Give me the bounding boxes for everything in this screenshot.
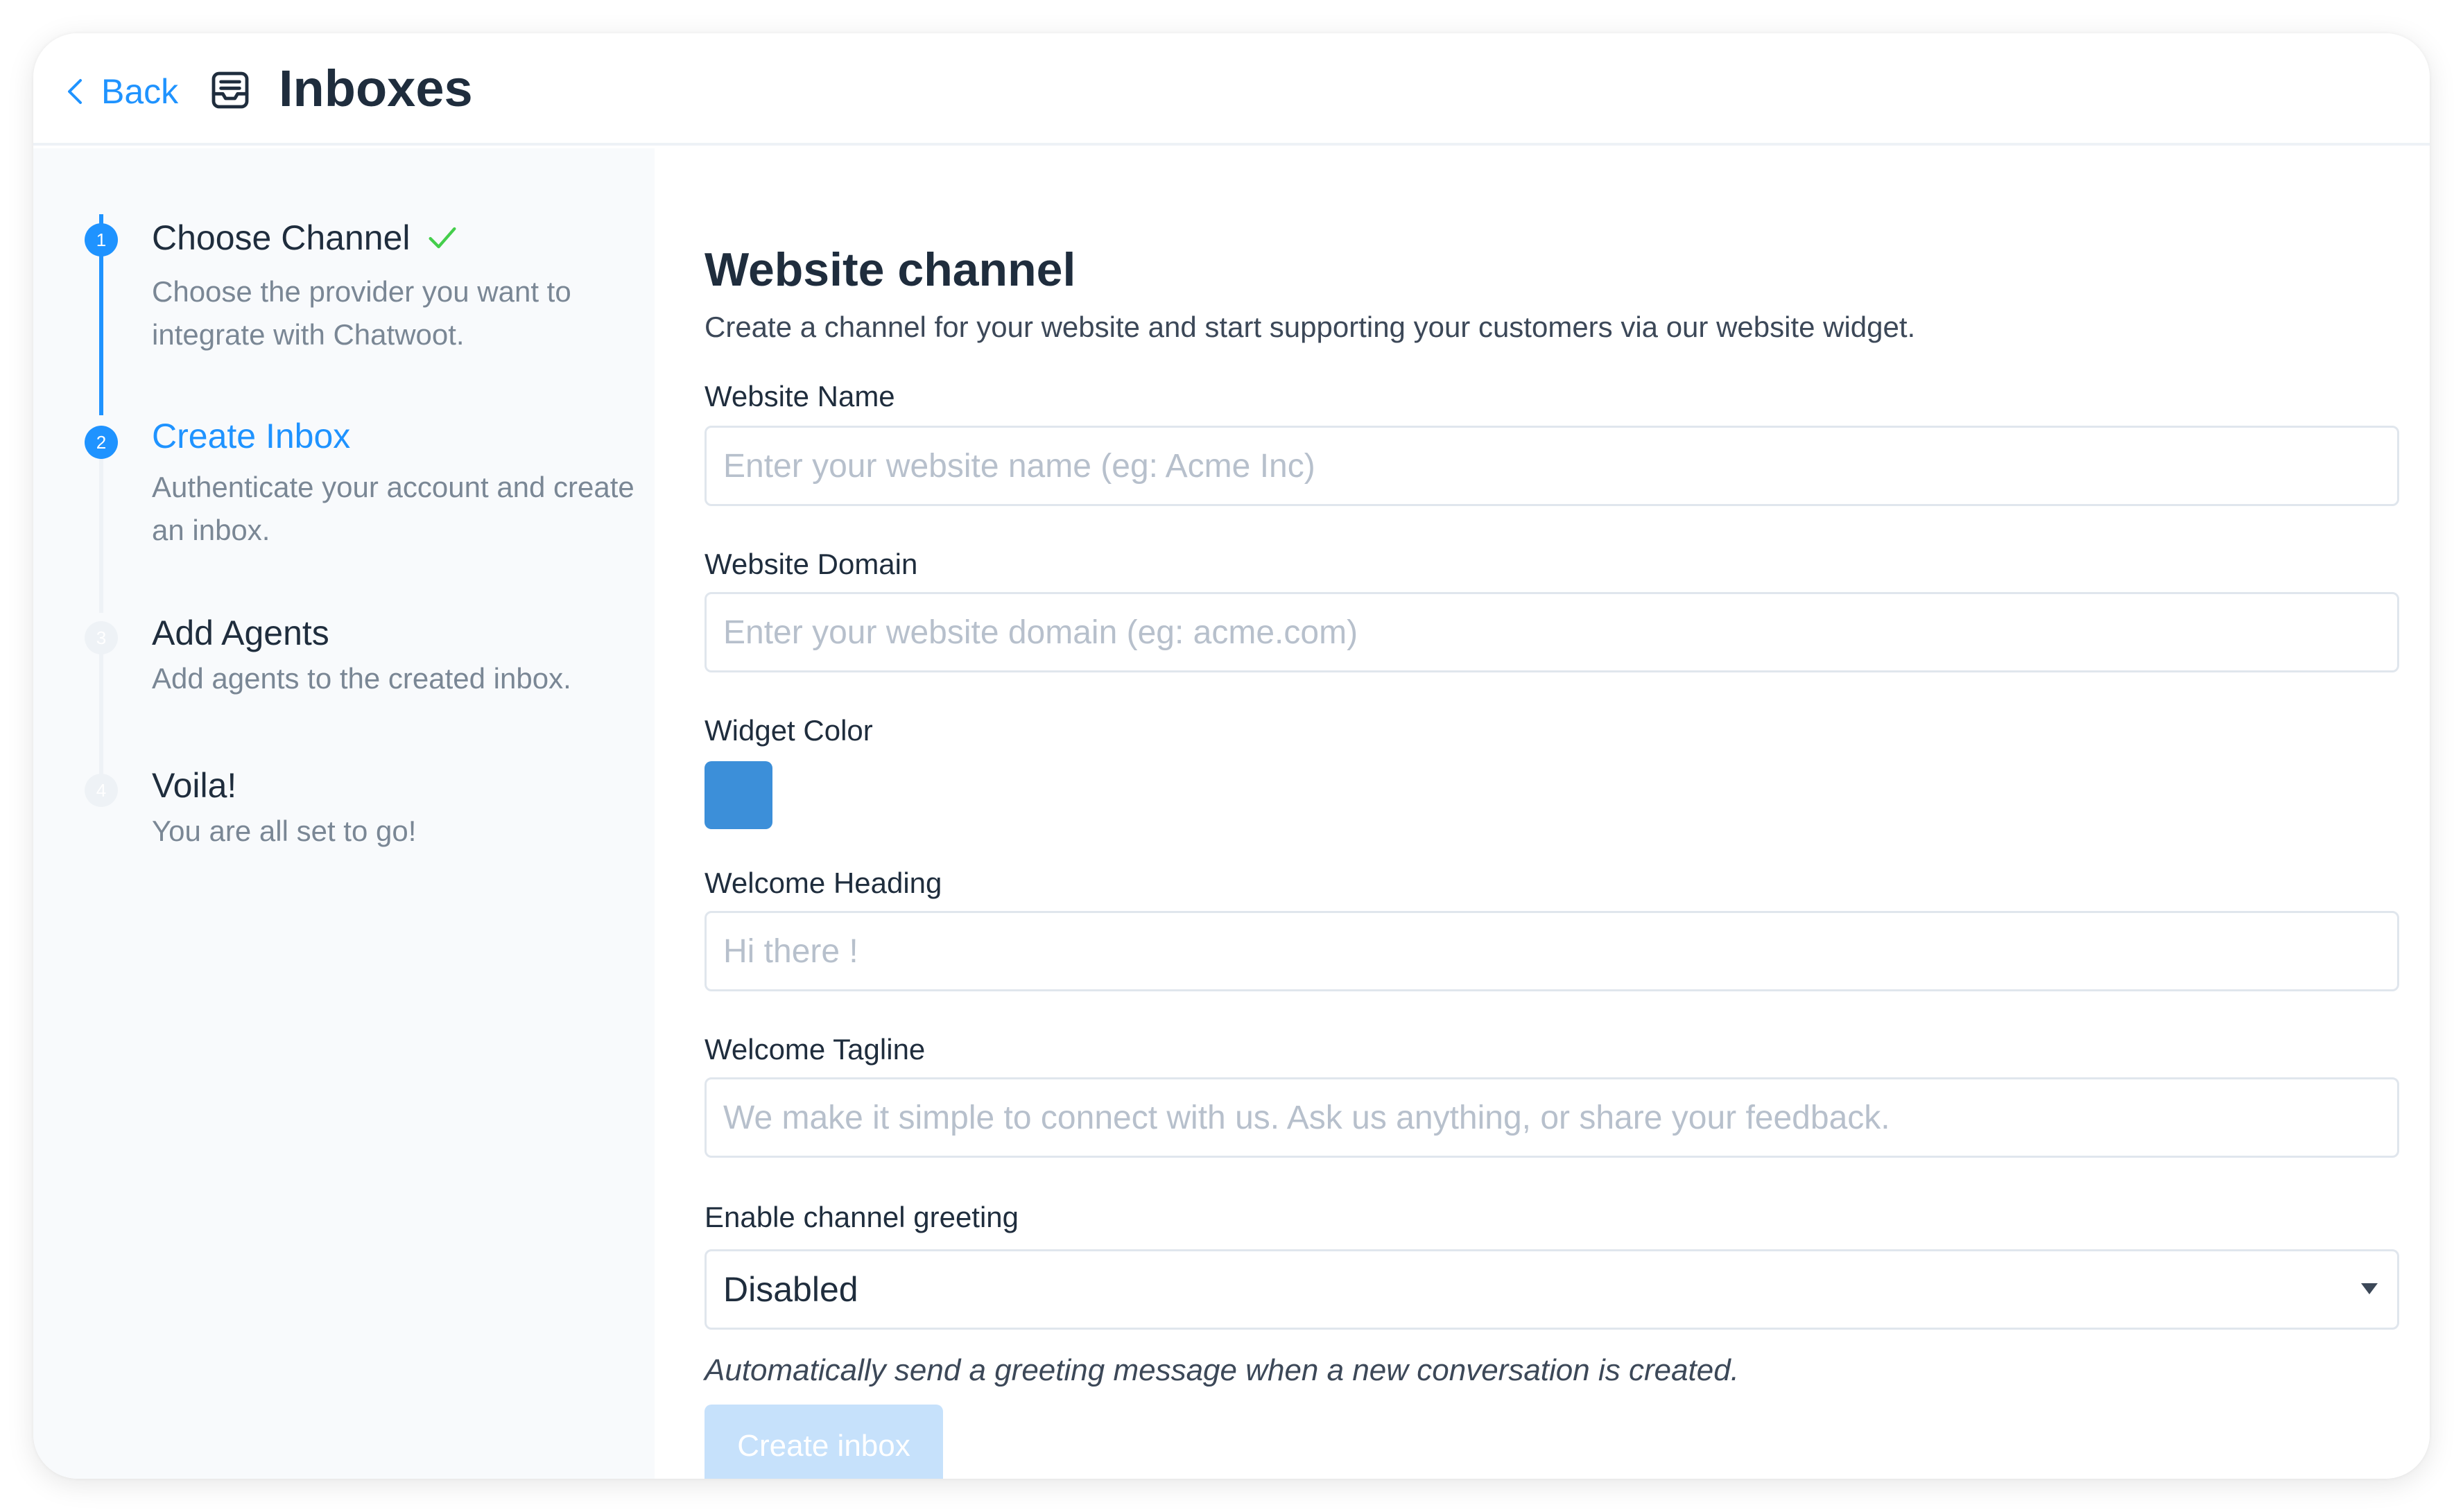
website-domain-label: Website Domain (705, 548, 918, 580)
step-number-badge: 4 (85, 774, 118, 807)
step-title: Add Agents (152, 614, 329, 652)
step-title: Choose Channel (152, 218, 460, 258)
channel-greeting-select[interactable]: Disabled (705, 1249, 2399, 1330)
page-header: Back Inboxes (33, 33, 2430, 146)
step-description: Add agents to the created inbox. (152, 662, 571, 695)
step-number-badge: 2 (85, 426, 118, 459)
step-number-badge: 3 (85, 621, 118, 654)
channel-greeting-selected-value: Disabled (723, 1270, 858, 1309)
welcome-tagline-label: Welcome Tagline (705, 1033, 926, 1066)
website-name-input[interactable] (705, 426, 2399, 506)
step-description: You are all set to go! (152, 815, 417, 847)
chevron-down-icon (2361, 1283, 2378, 1294)
create-inbox-button[interactable]: Create inbox (705, 1405, 943, 1479)
welcome-heading-input[interactable] (705, 911, 2399, 991)
wizard-steps-sidebar: 1 Choose Channel Choose the provider you… (33, 148, 655, 1479)
step-title-text: Choose Channel (152, 218, 410, 257)
page-title: Inboxes (279, 60, 473, 117)
back-button[interactable]: Back (60, 64, 178, 119)
checkmark-icon (429, 227, 456, 249)
channel-greeting-help-text: Automatically send a greeting message wh… (705, 1353, 1739, 1387)
chevron-left-icon (68, 79, 82, 104)
step-description: Choose the provider you want to integrat… (152, 275, 571, 351)
website-channel-form: Website channel Create a channel for you… (655, 159, 2430, 1479)
channel-greeting-label: Enable channel greeting (705, 1201, 1019, 1233)
inbox-icon (211, 71, 249, 109)
website-name-label: Website Name (705, 380, 895, 412)
back-label: Back (101, 72, 179, 111)
step-number-badge: 1 (85, 223, 118, 257)
step-title: Create Inbox (152, 417, 351, 455)
website-domain-input[interactable] (705, 592, 2399, 672)
welcome-heading-label: Welcome Heading (705, 867, 942, 899)
form-heading: Website channel (705, 243, 1076, 296)
app-window: Back Inboxes 1 Choose Channel Choose the… (33, 33, 2430, 1479)
widget-color-swatch[interactable] (705, 761, 772, 829)
step-title: Voila! (152, 766, 237, 805)
welcome-tagline-input[interactable] (705, 1077, 2399, 1158)
step-description: Authenticate your account and create an … (152, 471, 634, 546)
form-subheading: Create a channel for your website and st… (705, 311, 1916, 343)
step-connector (99, 442, 103, 613)
widget-color-label: Widget Color (705, 714, 873, 747)
